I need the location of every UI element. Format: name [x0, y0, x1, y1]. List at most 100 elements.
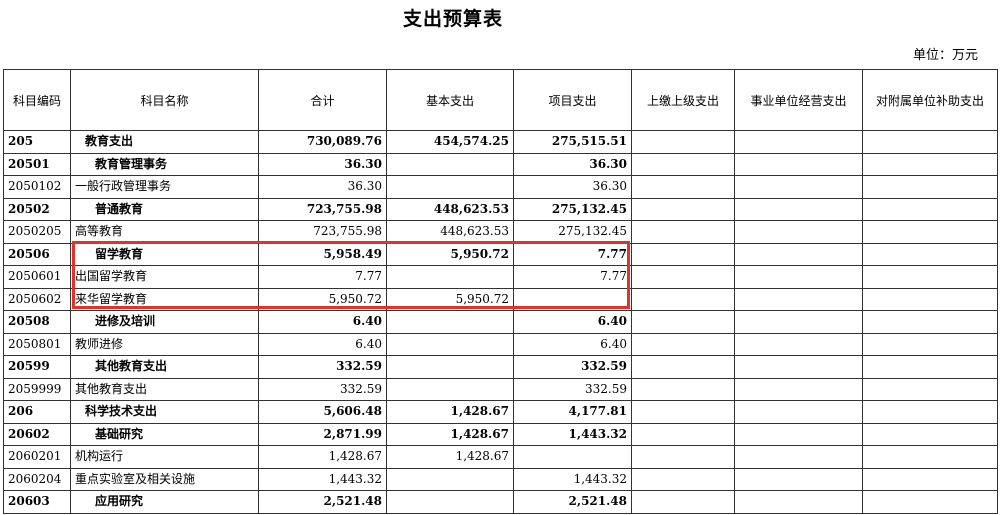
subject-name: 教师进修 — [70, 332, 259, 356]
subsidy-cell — [862, 197, 998, 221]
subject-name: 重点实验室及相关设施 — [70, 467, 259, 491]
subject-name: 科学技术支出 — [70, 400, 259, 424]
upper-remit-cell — [631, 377, 735, 401]
basic-expense-cell: 454,574.25 — [386, 130, 514, 154]
subsidy-cell — [862, 287, 998, 311]
project-expense-cell: 36.30 — [513, 175, 632, 199]
basic-expense-cell: 448,623.53 — [386, 220, 514, 244]
basic-expense-cell — [386, 265, 514, 289]
subject-name: 教育管理事务 — [70, 152, 259, 176]
business-expense-cell — [734, 287, 863, 311]
business-expense-cell — [734, 377, 863, 401]
basic-expense-cell: 5,950.72 — [386, 287, 514, 311]
table-row: 20603 应用研究 2,521.48 2,521.48 — [3, 490, 998, 514]
column-header: 科目名称 — [70, 69, 259, 131]
total-cell: 332.59 — [258, 355, 387, 379]
basic-expense-cell: 1,428.67 — [386, 422, 514, 446]
subject-code: 206 — [3, 400, 71, 424]
project-expense-cell: 1,443.32 — [513, 422, 632, 446]
business-expense-cell — [734, 332, 863, 356]
project-expense-cell: 6.40 — [513, 310, 632, 334]
project-expense-cell — [513, 445, 632, 469]
business-expense-cell — [734, 355, 863, 379]
subsidy-cell — [862, 130, 998, 154]
upper-remit-cell — [631, 490, 735, 514]
project-expense-cell: 275,132.45 — [513, 197, 632, 221]
subject-name: 来华留学教育 — [70, 287, 259, 311]
table-row: 20602 基础研究 2,871.99 1,428.67 1,443.32 — [3, 422, 998, 446]
basic-expense-cell: 448,623.53 — [386, 197, 514, 221]
total-cell: 1,443.32 — [258, 467, 387, 491]
total-cell: 6.40 — [258, 310, 387, 334]
column-header: 项目支出 — [513, 69, 632, 131]
table-row: 2050601 出国留学教育 7.77 7.77 — [3, 265, 998, 289]
business-expense-cell — [734, 242, 863, 266]
subject-code: 20508 — [3, 310, 71, 334]
upper-remit-cell — [631, 130, 735, 154]
basic-expense-cell — [386, 310, 514, 334]
project-expense-cell: 1,443.32 — [513, 467, 632, 491]
upper-remit-cell — [631, 400, 735, 424]
subject-code: 2050602 — [3, 287, 71, 311]
subject-name: 教育支出 — [70, 130, 259, 154]
table-row: 205 教育支出 730,089.76 454,574.25 275,515.5… — [3, 130, 998, 154]
project-expense-cell: 7.77 — [513, 265, 632, 289]
upper-remit-cell — [631, 332, 735, 356]
upper-remit-cell — [631, 355, 735, 379]
column-header: 事业单位经营支出 — [734, 69, 863, 131]
budget-table: 科目编码 科目名称 合计 基本支出 项目支出 上缴上级支出 事业单位经营支出 对… — [3, 69, 998, 514]
upper-remit-cell — [631, 197, 735, 221]
project-expense-cell: 275,515.51 — [513, 130, 632, 154]
basic-expense-cell — [386, 152, 514, 176]
basic-expense-cell — [386, 467, 514, 491]
table-row: 2050801 教师进修 6.40 6.40 — [3, 332, 998, 356]
table-row: 206 科学技术支出 5,606.48 1,428.67 4,177.81 — [3, 400, 998, 424]
subsidy-cell — [862, 310, 998, 334]
subsidy-cell — [862, 445, 998, 469]
total-cell: 5,950.72 — [258, 287, 387, 311]
subject-name: 其他教育支出 — [70, 355, 259, 379]
upper-remit-cell — [631, 175, 735, 199]
total-cell: 36.30 — [258, 152, 387, 176]
total-cell: 730,089.76 — [258, 130, 387, 154]
subject-code: 20602 — [3, 422, 71, 446]
basic-expense-cell — [386, 377, 514, 401]
total-cell: 723,755.98 — [258, 220, 387, 244]
business-expense-cell — [734, 265, 863, 289]
table-row: 20599 其他教育支出 332.59 332.59 — [3, 355, 998, 379]
business-expense-cell — [734, 310, 863, 334]
upper-remit-cell — [631, 467, 735, 491]
subject-code: 2059999 — [3, 377, 71, 401]
table-row: 2060204 重点实验室及相关设施 1,443.32 1,443.32 — [3, 467, 998, 491]
project-expense-cell: 332.59 — [513, 355, 632, 379]
total-cell: 5,606.48 — [258, 400, 387, 424]
upper-remit-cell — [631, 422, 735, 446]
subject-name: 基础研究 — [70, 422, 259, 446]
subsidy-cell — [862, 242, 998, 266]
page-title: 支出预算表 — [402, 8, 503, 30]
upper-remit-cell — [631, 220, 735, 244]
table-row: 20508 进修及培训 6.40 6.40 — [3, 310, 998, 334]
project-expense-cell: 4,177.81 — [513, 400, 632, 424]
basic-expense-cell — [386, 490, 514, 514]
subject-name: 普通教育 — [70, 197, 259, 221]
table-header-row: 科目编码 科目名称 合计 基本支出 项目支出 上缴上级支出 事业单位经营支出 对… — [3, 69, 998, 131]
column-header: 对附属单位补助支出 — [862, 69, 998, 131]
subsidy-cell — [862, 377, 998, 401]
total-cell: 2,521.48 — [258, 490, 387, 514]
subject-code: 20603 — [3, 490, 71, 514]
subsidy-cell — [862, 332, 998, 356]
subject-code: 2050601 — [3, 265, 71, 289]
subsidy-cell — [862, 400, 998, 424]
subject-code: 205 — [3, 130, 71, 154]
basic-expense-cell — [386, 175, 514, 199]
column-header: 合计 — [258, 69, 387, 131]
basic-expense-cell: 5,950.72 — [386, 242, 514, 266]
upper-remit-cell — [631, 152, 735, 176]
business-expense-cell — [734, 445, 863, 469]
subsidy-cell — [862, 152, 998, 176]
column-header: 科目编码 — [3, 69, 71, 131]
project-expense-cell: 275,132.45 — [513, 220, 632, 244]
business-expense-cell — [734, 422, 863, 446]
basic-expense-cell: 1,428.67 — [386, 400, 514, 424]
